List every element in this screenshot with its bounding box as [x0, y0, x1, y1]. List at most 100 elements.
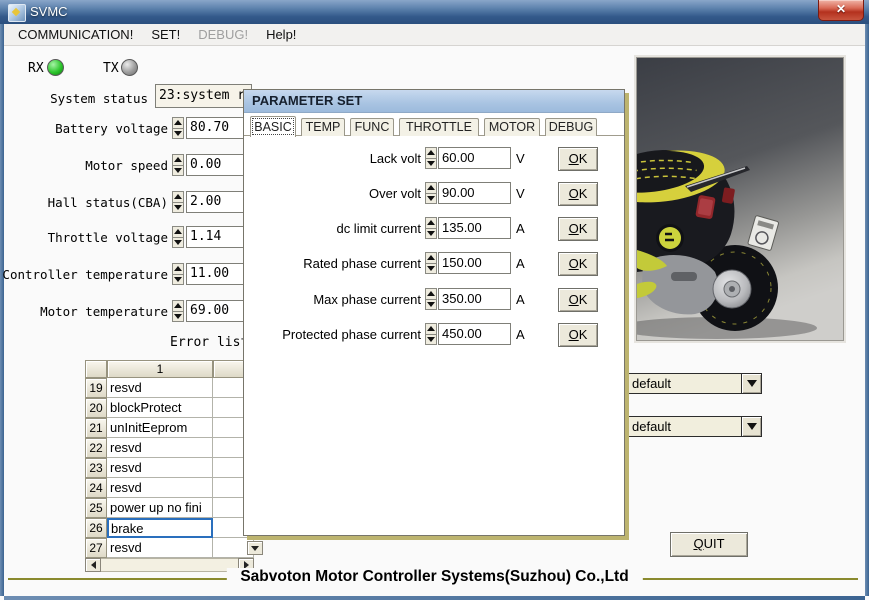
table-row-header[interactable]: 19 [85, 378, 107, 398]
v-scroll-down-button[interactable] [247, 541, 263, 555]
table-row-header[interactable]: 24 [85, 478, 107, 498]
param-label: Protected phase current [282, 327, 421, 342]
ok-button[interactable]: OK [558, 217, 598, 241]
close-button[interactable]: ✕ [818, 0, 864, 21]
param-value[interactable]: 150.00 [438, 252, 511, 274]
spin-up-icon[interactable] [426, 253, 436, 264]
param-spinner[interactable] [425, 182, 437, 204]
spin-down-icon[interactable] [173, 166, 183, 176]
param-value[interactable]: 90.00 [438, 182, 511, 204]
tab-motor[interactable]: MOTOR [484, 118, 540, 136]
spin-down-icon[interactable] [173, 238, 183, 248]
param-value[interactable]: 350.00 [438, 288, 511, 310]
param-spinner[interactable] [425, 252, 437, 274]
tab-basic[interactable]: BASIC [250, 116, 296, 137]
spin-down-icon[interactable] [173, 129, 183, 139]
field-label: Hall status(CBA) [47, 195, 168, 210]
ok-button[interactable]: OK [558, 182, 598, 206]
table-row-header[interactable]: 25 [85, 498, 107, 518]
menu-item-set[interactable]: SET! [143, 25, 188, 44]
table-cell[interactable]: resvd [107, 378, 213, 398]
dropdown-1-button[interactable] [741, 374, 761, 393]
param-value[interactable]: 135.00 [438, 217, 511, 239]
spin-up-icon[interactable] [173, 264, 183, 275]
spin-down-icon[interactable] [173, 312, 183, 322]
param-spinner[interactable] [425, 323, 437, 345]
field-value[interactable]: 11.00 [186, 263, 245, 285]
field-value[interactable]: 0.00 [186, 154, 245, 176]
spin-up-icon[interactable] [173, 301, 183, 312]
spin-up-icon[interactable] [173, 118, 183, 129]
table-cell[interactable]: resvd [107, 478, 213, 498]
ok-button[interactable]: OK [558, 252, 598, 276]
field-value[interactable]: 1.14 [186, 226, 245, 248]
spin-up-icon[interactable] [426, 183, 436, 194]
menu-item-help[interactable]: Help! [258, 25, 304, 44]
field-label: Controller temperature [2, 267, 168, 282]
tab-debug[interactable]: DEBUG [545, 118, 597, 136]
table-cell[interactable]: resvd [107, 538, 213, 558]
menu-item-debug[interactable]: DEBUG! [190, 25, 256, 44]
field-value[interactable]: 2.00 [186, 191, 245, 213]
tab-throttle[interactable]: THROTTLE [399, 118, 479, 136]
field-spinner[interactable] [172, 191, 184, 213]
ok-button[interactable]: OK [558, 323, 598, 347]
field-spinner[interactable] [172, 154, 184, 176]
spin-down-icon[interactable] [426, 229, 436, 239]
field-spinner[interactable] [172, 300, 184, 322]
table-cell[interactable]: power up no fini [107, 498, 213, 518]
param-value[interactable]: 60.00 [438, 147, 511, 169]
field-value[interactable]: 69.00 [186, 300, 245, 322]
spin-down-icon[interactable] [426, 264, 436, 274]
table-row-header[interactable]: 26 [85, 518, 107, 538]
menu-item-communication[interactable]: COMMUNICATION! [10, 25, 141, 44]
h-scroll-left-button[interactable] [85, 558, 101, 572]
param-label: dc limit current [336, 221, 421, 236]
table-cell[interactable]: unInitEeprom [107, 418, 213, 438]
table-cell[interactable]: resvd [107, 438, 213, 458]
field-spinner[interactable] [172, 117, 184, 139]
table-row-header[interactable]: 21 [85, 418, 107, 438]
table-row-header[interactable]: 22 [85, 438, 107, 458]
table-row-header[interactable]: 23 [85, 458, 107, 478]
spin-up-icon[interactable] [173, 192, 183, 203]
dialog-title-bar[interactable]: PARAMETER SET [244, 90, 624, 113]
param-spinner[interactable] [425, 147, 437, 169]
param-spinner[interactable] [425, 217, 437, 239]
spin-down-icon[interactable] [426, 159, 436, 169]
spin-down-icon[interactable] [426, 335, 436, 345]
field-spinner[interactable] [172, 226, 184, 248]
spin-up-icon[interactable] [426, 324, 436, 335]
title-bar[interactable]: SVMC ✕ [0, 0, 869, 25]
field-spinner[interactable] [172, 263, 184, 285]
table-cell[interactable]: brake [107, 518, 213, 538]
quit-button[interactable]: QUIT [670, 532, 748, 557]
param-spinner[interactable] [425, 288, 437, 310]
dropdown-2[interactable]: default [627, 416, 762, 437]
spin-down-icon[interactable] [426, 300, 436, 310]
tab-func[interactable]: FUNC [350, 118, 394, 136]
system-status-value[interactable]: 23:system run [155, 84, 252, 108]
spin-up-icon[interactable] [426, 289, 436, 300]
spin-up-icon[interactable] [426, 218, 436, 229]
spin-up-icon[interactable] [173, 155, 183, 166]
rx-led-icon [47, 59, 64, 76]
param-value[interactable]: 450.00 [438, 323, 511, 345]
table-row-header[interactable]: 20 [85, 398, 107, 418]
spin-down-icon[interactable] [173, 203, 183, 213]
table-cell[interactable]: blockProtect [107, 398, 213, 418]
table-column-header[interactable]: 1 [107, 360, 213, 378]
spin-up-icon[interactable] [426, 148, 436, 159]
dropdown-1[interactable]: default [627, 373, 762, 394]
ok-button[interactable]: OK [558, 288, 598, 312]
ok-button[interactable]: OK [558, 147, 598, 171]
spin-down-icon[interactable] [173, 275, 183, 285]
tab-temp[interactable]: TEMP [301, 118, 345, 136]
dropdown-2-button[interactable] [741, 417, 761, 436]
error-list-label: Error list [170, 335, 249, 350]
field-value[interactable]: 80.70 [186, 117, 245, 139]
spin-up-icon[interactable] [173, 227, 183, 238]
spin-down-icon[interactable] [426, 194, 436, 204]
table-cell[interactable]: resvd [107, 458, 213, 478]
table-row-header[interactable]: 27 [85, 538, 107, 558]
